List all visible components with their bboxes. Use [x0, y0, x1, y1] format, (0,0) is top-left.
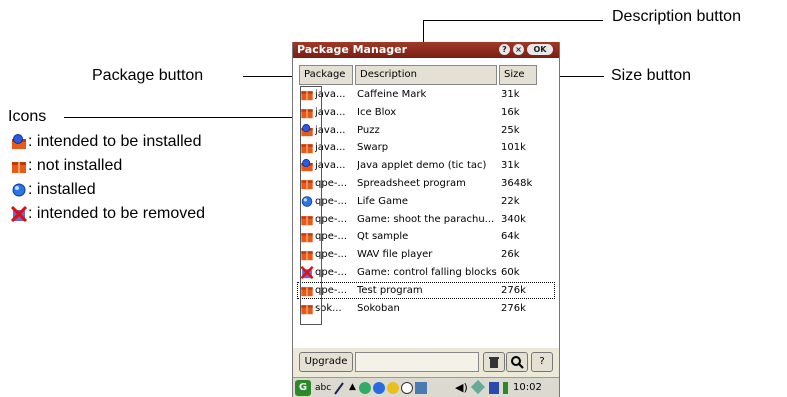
package-list: java... Caffeine Mark 31k java... Ice Blox 16…: [297, 86, 555, 346]
package-size: 60k: [501, 267, 520, 278]
description-button-annotation: Description button: [612, 8, 741, 25]
package-size: 101k: [501, 142, 526, 154]
package-icon: [11, 158, 27, 174]
package-description: Java applet demo (tic tac): [357, 160, 487, 172]
table-row[interactable]: qpe-... Life Game 22k: [297, 193, 555, 210]
package-size: 31k: [501, 160, 520, 172]
table-row[interactable]: sok... Sokoban 276k: [297, 300, 555, 317]
input-method[interactable]: abc: [315, 383, 331, 393]
trash-filter-button[interactable]: [483, 352, 505, 372]
battery-icon: [503, 382, 508, 394]
package-description: Life Game: [357, 195, 408, 207]
package-size: 31k: [501, 89, 520, 100]
help-button[interactable]: ?: [531, 352, 553, 372]
window-icon[interactable]: [415, 382, 427, 394]
table-row[interactable]: java... Puzz 25k: [297, 122, 555, 139]
package-description: Caffeine Mark: [357, 89, 427, 100]
package-description: WAV file player: [357, 249, 433, 261]
package-description: Game: control falling blocks: [357, 267, 497, 278]
package-description: Puzz: [357, 124, 380, 136]
help-title-button[interactable]: ?: [499, 44, 510, 55]
table-row[interactable]: qpe-... Spreadsheet program 3648k: [297, 175, 555, 192]
size-column-button[interactable]: Size: [499, 65, 537, 85]
package-description: Swarp: [357, 142, 389, 154]
table-row[interactable]: qpe-... WAV file player 26k: [297, 246, 555, 263]
table-row[interactable]: qpe-... Test program 276k: [297, 281, 555, 299]
table-row[interactable]: java... Swarp 101k: [297, 139, 555, 156]
pen-icon[interactable]: [333, 381, 345, 395]
speaker-icon[interactable]: ◀): [455, 381, 468, 394]
size-button-annotation: Size button: [611, 67, 692, 84]
ok-button[interactable]: OK: [527, 44, 553, 55]
package-size: 3648k: [501, 178, 533, 189]
icons-annotation-title: Icons: [8, 108, 47, 125]
legend-label: : installed: [28, 181, 96, 198]
legend-label: : intended to be removed: [28, 205, 206, 222]
package-size: 22k: [501, 195, 520, 207]
network-icon[interactable]: [470, 379, 486, 395]
table-row[interactable]: qpe-... Game: control falling blocks 60k: [297, 264, 555, 281]
leader-line: [243, 76, 298, 77]
package-description: Test program: [357, 284, 423, 296]
table-row[interactable]: qpe-... Game: shoot the parachu... 340k: [297, 211, 555, 228]
legend-label: : not installed: [28, 157, 123, 174]
clock-time: 10:02: [513, 382, 542, 393]
upgrade-button[interactable]: Upgrade: [299, 352, 353, 372]
table-row[interactable]: java... Caffeine Mark 31k: [297, 86, 555, 103]
package-column-button[interactable]: Package: [299, 65, 353, 85]
icon-column-highlight: [300, 86, 322, 325]
package-description: Qt sample: [357, 231, 409, 243]
taskbar: G abc ▲ ◀) 10:02: [293, 377, 559, 397]
bottom-toolbar: Upgrade ?: [293, 350, 559, 374]
description-column-button[interactable]: Description: [355, 65, 497, 85]
package-button-annotation: Package button: [92, 67, 204, 84]
magnifier-icon: [511, 356, 524, 369]
close-button[interactable]: ×: [513, 44, 524, 55]
package-size: 64k: [501, 231, 520, 243]
package-description: Ice Blox: [357, 106, 397, 118]
table-row[interactable]: java... Java applet demo (tic tac) 31k: [297, 157, 555, 174]
package-size: 25k: [501, 124, 520, 136]
window-title: Package Manager: [297, 43, 407, 56]
clock-icon[interactable]: [401, 382, 413, 394]
app-icon[interactable]: [359, 382, 371, 394]
package-size: 16k: [501, 106, 520, 118]
search-input[interactable]: [355, 352, 479, 372]
leader-line: [64, 117, 300, 118]
package-size: 26k: [501, 249, 520, 261]
package-size: 340k: [501, 213, 526, 225]
blue-ball-icon: [11, 182, 27, 198]
package-description: Spreadsheet program: [357, 178, 466, 189]
package-description: Sokoban: [357, 302, 400, 314]
package-with-blue-dot-icon: [11, 134, 27, 150]
package-description: Game: shoot the parachu...: [357, 213, 495, 225]
package-manager-window: Package Manager ? × OK Package Descripti…: [292, 42, 560, 397]
package-size: 276k: [501, 302, 526, 314]
up-arrow-icon[interactable]: ▲: [349, 382, 356, 392]
title-bar: Package Manager ? × OK: [293, 42, 559, 58]
package-red-x-icon: [10, 205, 28, 223]
ball-icon[interactable]: [387, 382, 399, 394]
start-menu-icon[interactable]: G: [295, 380, 311, 396]
search-button[interactable]: [506, 352, 528, 372]
trash-icon: [489, 357, 499, 368]
legend-label: : intended to be installed: [28, 133, 202, 150]
leader-line: [423, 20, 603, 21]
sd-card-icon[interactable]: [489, 382, 499, 394]
package-size: 276k: [501, 284, 526, 296]
table-row[interactable]: java... Ice Blox 16k: [297, 104, 555, 121]
globe-icon[interactable]: [373, 382, 385, 394]
table-row[interactable]: qpe-... Qt sample 64k: [297, 228, 555, 245]
